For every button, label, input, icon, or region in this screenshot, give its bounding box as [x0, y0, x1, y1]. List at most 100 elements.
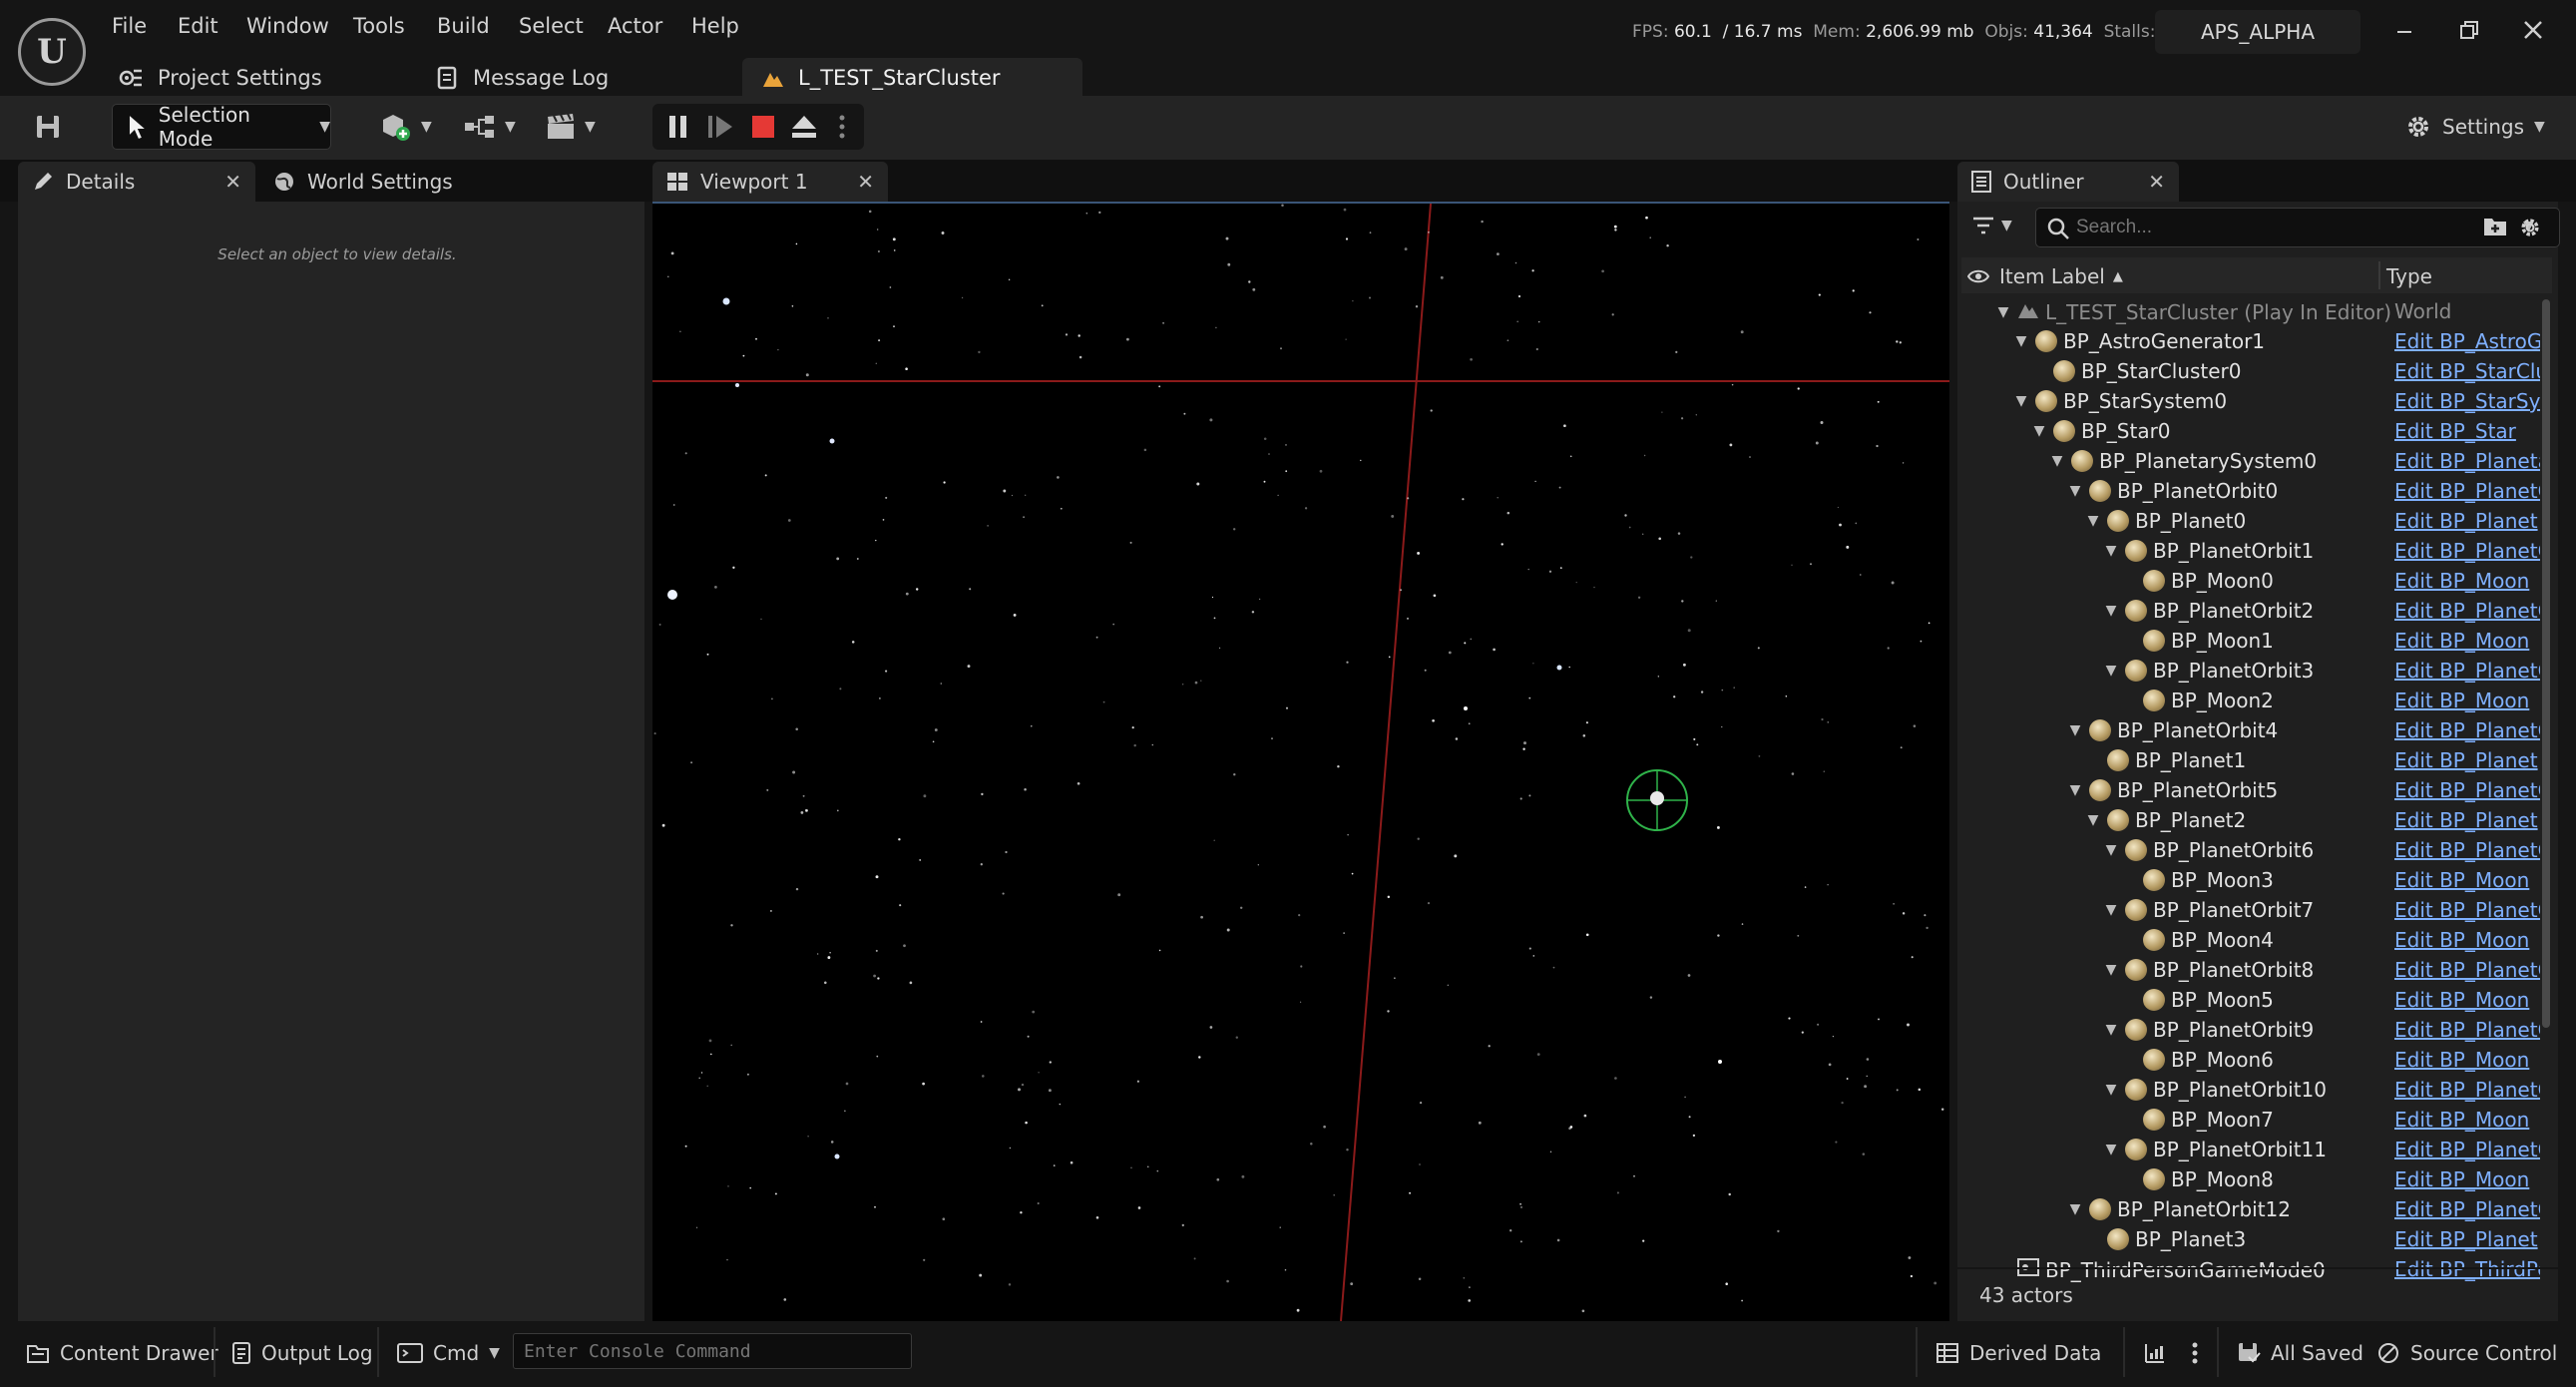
outliner-row[interactable]: BP_Moon1 Edit BP_Moon: [1961, 627, 2540, 657]
expand-arrow-icon[interactable]: ▼: [2103, 902, 2119, 918]
visibility-column-header[interactable]: [1967, 259, 1989, 293]
edit-blueprint-link[interactable]: Edit BP_PlanetC: [2394, 778, 2540, 802]
expand-arrow-icon[interactable]: ▼: [2067, 722, 2083, 738]
source-control-button[interactable]: Source Control: [2376, 1333, 2557, 1373]
outliner-row[interactable]: ▼ BP_PlanetOrbit8 Edit BP_PlanetC: [1961, 956, 2540, 986]
outliner-row[interactable]: ▼ BP_PlanetarySystem0 Edit BP_Planeta: [1961, 447, 2540, 477]
expand-arrow-icon[interactable]: ▼: [2067, 483, 2083, 499]
trace-button[interactable]: [2143, 1333, 2167, 1373]
expand-arrow-icon[interactable]: ▼: [2103, 1142, 2119, 1157]
edit-blueprint-link[interactable]: Edit BP_Moon: [2394, 689, 2540, 712]
outliner-row[interactable]: BP_Moon4 Edit BP_Moon: [1961, 926, 2540, 956]
menu-build[interactable]: Build: [437, 14, 490, 38]
outliner-row[interactable]: ▼ BP_Planet0 Edit BP_Planet: [1961, 507, 2540, 537]
outliner-row[interactable]: BP_ThirdPersonGameMode0 Edit BP_ThirdPe: [1961, 1255, 2540, 1285]
pause-button[interactable]: [666, 104, 690, 150]
outliner-row[interactable]: ▼ BP_PlanetOrbit6 Edit BP_PlanetC: [1961, 836, 2540, 866]
tab-message-log[interactable]: Message Log: [437, 58, 609, 98]
edit-blueprint-link[interactable]: Edit BP_PlanetC: [2394, 898, 2540, 922]
menu-actor[interactable]: Actor: [608, 14, 662, 38]
outliner-row[interactable]: BP_Planet3 Edit BP_Planet: [1961, 1225, 2540, 1255]
tab-viewport[interactable]: Viewport 1 ✕: [652, 162, 888, 202]
edit-blueprint-link[interactable]: Edit BP_PlanetC: [2394, 539, 2540, 563]
selection-mode-dropdown[interactable]: Selection Mode ▼: [112, 103, 331, 151]
console-command-input[interactable]: [513, 1333, 912, 1369]
outliner-settings-button[interactable]: [2518, 216, 2542, 244]
edit-blueprint-link[interactable]: Edit BP_PlanetC: [2394, 599, 2540, 623]
item-label-column-header[interactable]: Item Label ▲: [1999, 259, 2123, 293]
expand-arrow-icon[interactable]: ▼: [2103, 663, 2119, 679]
expand-arrow-icon[interactable]: ▼: [2103, 1082, 2119, 1098]
edit-blueprint-link[interactable]: Edit BP_PlanetC: [2394, 1078, 2540, 1102]
output-log-button[interactable]: Output Log: [231, 1333, 373, 1373]
outliner-row[interactable]: ▼ BP_StarSystem0 Edit BP_StarSys: [1961, 387, 2540, 417]
expand-arrow-icon[interactable]: ▼: [2085, 513, 2101, 529]
outliner-row[interactable]: BP_Moon2 Edit BP_Moon: [1961, 687, 2540, 716]
edit-blueprint-link[interactable]: Edit BP_PlanetC: [2394, 659, 2540, 683]
expand-arrow-icon[interactable]: ▼: [2049, 453, 2065, 469]
stop-button[interactable]: [750, 104, 776, 150]
outliner-row[interactable]: ▼ BP_PlanetOrbit12 Edit BP_PlanetC: [1961, 1195, 2540, 1225]
edit-blueprint-link[interactable]: Edit BP_Moon: [2394, 928, 2540, 952]
edit-blueprint-link[interactable]: Edit BP_Moon: [2394, 868, 2540, 892]
edit-blueprint-link[interactable]: Edit BP_ThirdPe: [2394, 1257, 2540, 1281]
edit-blueprint-link[interactable]: Edit BP_Star: [2394, 419, 2540, 443]
settings-button[interactable]: Settings ▼: [2404, 104, 2545, 150]
type-column-header[interactable]: Type: [2386, 259, 2432, 293]
edit-blueprint-link[interactable]: Edit BP_PlanetC: [2394, 1018, 2540, 1042]
outliner-row[interactable]: ▼ BP_PlanetOrbit2 Edit BP_PlanetC: [1961, 597, 2540, 627]
blueprints-button[interactable]: ▼: [463, 104, 516, 150]
expand-arrow-icon[interactable]: ▼: [2067, 782, 2083, 798]
edit-blueprint-link[interactable]: Edit BP_AstroGe: [2394, 329, 2540, 353]
status-more-button[interactable]: [2191, 1333, 2199, 1373]
menu-window[interactable]: Window: [246, 14, 329, 38]
edit-blueprint-link[interactable]: Edit BP_PlanetC: [2394, 838, 2540, 862]
edit-blueprint-link[interactable]: Edit BP_Moon: [2394, 1108, 2540, 1132]
expand-arrow-icon[interactable]: ▼: [2067, 1201, 2083, 1217]
outliner-row[interactable]: ▼ BP_Planet2 Edit BP_Planet: [1961, 806, 2540, 836]
add-folder-button[interactable]: [2482, 216, 2508, 242]
outliner-row[interactable]: ▼ BP_PlanetOrbit3 Edit BP_PlanetC: [1961, 657, 2540, 687]
outliner-row[interactable]: BP_Moon5 Edit BP_Moon: [1961, 986, 2540, 1016]
expand-arrow-icon[interactable]: ▼: [2103, 842, 2119, 858]
outliner-row[interactable]: ▼ BP_PlanetOrbit9 Edit BP_PlanetC: [1961, 1016, 2540, 1046]
column-divider[interactable]: [2378, 261, 2380, 289]
edit-blueprint-link[interactable]: Edit BP_StarClu: [2394, 359, 2540, 383]
tab-outliner[interactable]: Outliner ✕: [1957, 162, 2179, 202]
outliner-row[interactable]: ▼ BP_PlanetOrbit4 Edit BP_PlanetC: [1961, 716, 2540, 746]
close-tab-icon[interactable]: ✕: [857, 170, 874, 194]
outliner-row[interactable]: ▼ BP_PlanetOrbit0 Edit BP_PlanetC: [1961, 477, 2540, 507]
edit-blueprint-link[interactable]: Edit BP_PlanetC: [2394, 1138, 2540, 1161]
menu-tools[interactable]: Tools: [353, 14, 405, 38]
expand-arrow-icon[interactable]: ▼: [2103, 543, 2119, 559]
outliner-row[interactable]: BP_Planet1 Edit BP_Planet: [1961, 746, 2540, 776]
menu-file[interactable]: File: [112, 14, 147, 38]
outliner-row[interactable]: BP_Moon6 Edit BP_Moon: [1961, 1046, 2540, 1076]
edit-blueprint-link[interactable]: Edit BP_Moon: [2394, 1048, 2540, 1072]
expand-arrow-icon[interactable]: ▼: [2103, 962, 2119, 978]
menu-help[interactable]: Help: [691, 14, 739, 38]
outliner-row[interactable]: ▼ BP_PlanetOrbit5 Edit BP_PlanetC: [1961, 776, 2540, 806]
menu-select[interactable]: Select: [519, 14, 584, 38]
edit-blueprint-link[interactable]: Edit BP_Planet: [2394, 808, 2540, 832]
outliner-row[interactable]: ▼ BP_PlanetOrbit1 Edit BP_PlanetC: [1961, 537, 2540, 567]
edit-blueprint-link[interactable]: Edit BP_Planet: [2394, 748, 2540, 772]
level-viewport[interactable]: [652, 202, 1949, 1321]
tab-level[interactable]: L_TEST_StarCluster: [742, 58, 1082, 98]
outliner-row[interactable]: BP_Moon3 Edit BP_Moon: [1961, 866, 2540, 896]
expand-arrow-icon[interactable]: ▼: [2103, 603, 2119, 619]
derived-data-button[interactable]: Derived Data: [1935, 1333, 2101, 1373]
outliner-search-input[interactable]: [2076, 213, 2475, 242]
outliner-row[interactable]: ▼ BP_PlanetOrbit11 Edit BP_PlanetC: [1961, 1136, 2540, 1165]
outliner-row[interactable]: ▼ BP_PlanetOrbit7 Edit BP_PlanetC: [1961, 896, 2540, 926]
outliner-row[interactable]: BP_StarCluster0 Edit BP_StarClu: [1961, 357, 2540, 387]
edit-blueprint-link[interactable]: Edit BP_Planet: [2394, 509, 2540, 533]
edit-blueprint-link[interactable]: Edit BP_StarSys: [2394, 389, 2540, 413]
tab-details[interactable]: Details ✕: [18, 162, 255, 202]
outliner-row[interactable]: ▼ BP_PlanetOrbit10 Edit BP_PlanetC: [1961, 1076, 2540, 1106]
restore-button[interactable]: [2458, 18, 2480, 48]
tab-world-settings[interactable]: World Settings: [259, 162, 519, 202]
outliner-row[interactable]: ▼ BP_Star0 Edit BP_Star: [1961, 417, 2540, 447]
outliner-row[interactable]: ▼ L_TEST_StarCluster (Play In Editor) Worl…: [1961, 297, 2540, 327]
expand-arrow-icon[interactable]: ▼: [2031, 423, 2047, 439]
